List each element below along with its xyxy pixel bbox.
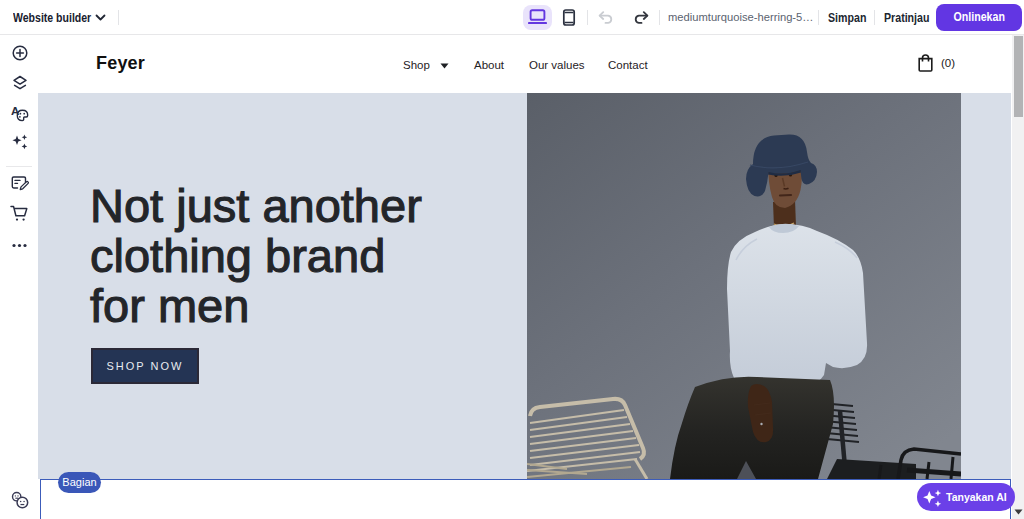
svg-text:A: A [11, 105, 19, 117]
